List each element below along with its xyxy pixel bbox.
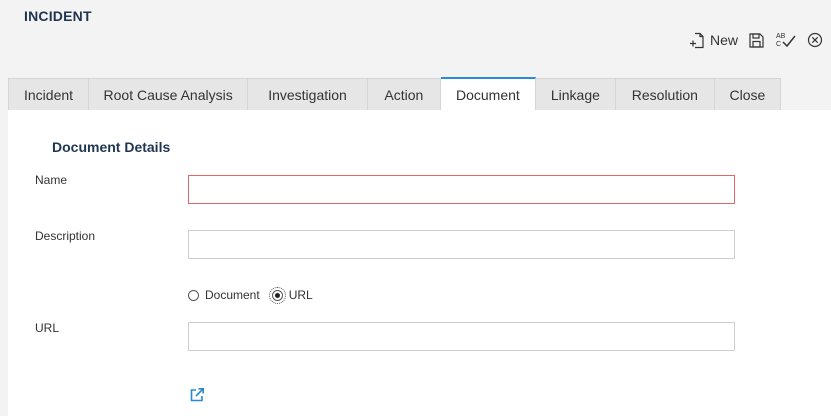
- tab-close[interactable]: Close: [714, 78, 781, 110]
- radio-url[interactable]: [268, 286, 286, 304]
- radio-url-label: URL: [288, 288, 313, 302]
- close-circle-icon[interactable]: [807, 32, 823, 48]
- description-field[interactable]: [188, 230, 735, 259]
- radio-document-option[interactable]: Document: [188, 288, 260, 302]
- type-radio-group: Document URL: [188, 286, 313, 304]
- tab-bar: Incident Root Cause Analysis Investigati…: [8, 77, 781, 110]
- new-button-label: New: [709, 32, 738, 48]
- svg-text:C: C: [776, 41, 781, 48]
- tab-resolution[interactable]: Resolution: [615, 78, 715, 110]
- name-field[interactable]: [188, 175, 735, 204]
- tab-incident[interactable]: Incident: [8, 78, 90, 110]
- radio-url-option[interactable]: URL: [268, 286, 313, 304]
- name-label: Name: [35, 173, 68, 187]
- tab-action[interactable]: Action: [367, 78, 441, 110]
- external-link-icon[interactable]: [189, 387, 205, 408]
- radio-document-label: Document: [205, 288, 260, 302]
- new-document-icon: [689, 32, 705, 49]
- description-label: Description: [35, 229, 96, 243]
- new-button[interactable]: New: [689, 32, 738, 49]
- svg-text:AB: AB: [776, 33, 786, 40]
- tab-investigation[interactable]: Investigation: [248, 78, 368, 110]
- toolbar: New AB C: [689, 30, 823, 50]
- tab-linkage[interactable]: Linkage: [535, 78, 616, 110]
- section-title: Document Details: [52, 139, 171, 155]
- tab-document[interactable]: Document: [440, 77, 536, 110]
- url-field[interactable]: [188, 322, 735, 351]
- spellcheck-icon[interactable]: AB C: [775, 31, 797, 49]
- radio-document[interactable]: [188, 289, 199, 301]
- url-label: URL: [35, 321, 60, 335]
- save-icon[interactable]: [748, 32, 765, 49]
- tab-root-cause-analysis[interactable]: Root Cause Analysis: [89, 78, 249, 110]
- document-panel: [8, 110, 831, 416]
- page-title: INCIDENT: [24, 8, 92, 24]
